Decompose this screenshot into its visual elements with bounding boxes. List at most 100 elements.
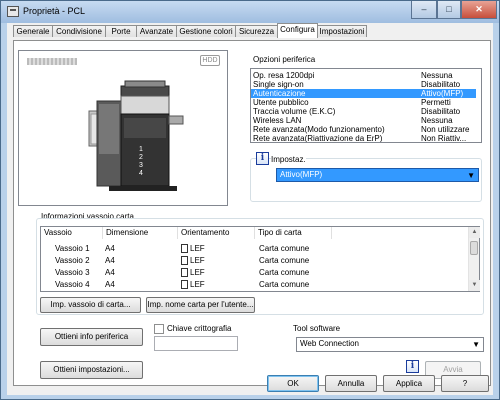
cell-type: Carta comune bbox=[259, 256, 310, 265]
encryption-key-input[interactable] bbox=[154, 336, 238, 351]
configura-panel: HDD 1 2 3 4 Opzioni periferica Op. resa … bbox=[13, 40, 491, 386]
minimize-button[interactable]: – bbox=[411, 1, 437, 19]
option-value: Nessuna bbox=[421, 71, 453, 80]
cell-type: Carta comune bbox=[259, 244, 310, 253]
software-tool-dropdown[interactable]: Web Connection ▼ bbox=[296, 337, 484, 352]
col-header-size[interactable]: Dimensione bbox=[103, 227, 178, 239]
encryption-key-label: Chiave crittografia bbox=[167, 324, 232, 333]
option-name: Wireless LAN bbox=[253, 116, 302, 125]
tray-settings-button[interactable]: Imp. vassoio di carta... bbox=[40, 297, 141, 313]
tab-condivisione[interactable]: Condivisione bbox=[52, 25, 106, 37]
hdd-badge: HDD bbox=[200, 55, 220, 66]
cell-orientation-text: LEF bbox=[190, 268, 205, 277]
option-row[interactable]: Rete avanzata(Riattivazione da ErP) Non R… bbox=[251, 134, 476, 143]
scroll-up-icon[interactable]: ▲ bbox=[469, 227, 480, 238]
page-orientation-icon bbox=[181, 268, 188, 277]
option-value: Permetti bbox=[421, 98, 451, 107]
option-name: Single sign-on bbox=[253, 80, 304, 89]
software-tool-value: Web Connection bbox=[300, 339, 359, 348]
tray-number-1: 1 bbox=[139, 146, 143, 153]
option-name: Autenticazione bbox=[253, 89, 306, 98]
printer-illustration: 1 2 3 4 bbox=[88, 80, 184, 191]
scroll-down-icon[interactable]: ▼ bbox=[469, 280, 480, 291]
tab-configura[interactable]: Configura bbox=[277, 23, 318, 38]
tray-table-header: Vassoio Dimensione Orientamento Tipo di … bbox=[41, 227, 461, 239]
software-tool-label: Tool software bbox=[293, 324, 341, 333]
setting-dropdown-value: Attivo(MFP) bbox=[280, 170, 323, 179]
title-bar[interactable]: Proprietà - PCL – □ ✕ bbox=[1, 1, 499, 23]
setting-label: Impostaz. bbox=[271, 155, 306, 164]
option-name: Utente pubblico bbox=[253, 98, 309, 107]
cell-orientation-text: LEF bbox=[190, 244, 205, 253]
printer-icon bbox=[7, 6, 19, 17]
cell-orientation: LEF bbox=[181, 255, 205, 267]
page-orientation-icon bbox=[181, 256, 188, 265]
cell-orientation-text: LEF bbox=[190, 256, 205, 265]
tab-porte[interactable]: Porte bbox=[105, 25, 137, 37]
cell-size: A4 bbox=[105, 268, 115, 277]
option-row[interactable]: Traccia volume (E.K.C) Disabilitato bbox=[251, 107, 476, 116]
help-button[interactable]: ? bbox=[441, 375, 489, 392]
device-options-list[interactable]: Op. resa 1200dpi Nessuna Single sign-on Di… bbox=[250, 68, 482, 143]
tab-avanzate[interactable]: Avanzate bbox=[136, 25, 177, 37]
maximize-button[interactable]: □ bbox=[437, 1, 461, 19]
tab-generale[interactable]: Generale bbox=[13, 25, 53, 37]
col-header-type[interactable]: Tipo di carta bbox=[255, 227, 332, 239]
chevron-down-icon: ▼ bbox=[472, 340, 480, 349]
printer-preview: HDD 1 2 3 4 bbox=[18, 50, 228, 206]
cell-tray: Vassoio 1 bbox=[55, 244, 90, 253]
option-row[interactable]: Op. resa 1200dpi Nessuna bbox=[251, 71, 476, 80]
option-row[interactable]: Wireless LAN Nessuna bbox=[251, 116, 476, 125]
option-value: Non Riattiv... bbox=[421, 134, 467, 143]
cell-size: A4 bbox=[105, 280, 115, 289]
page-orientation-icon bbox=[181, 280, 188, 289]
dialog-body: Generale Condivisione Porte Avanzate Ges… bbox=[7, 23, 493, 395]
cell-orientation: LEF bbox=[181, 243, 205, 255]
tab-sicurezza[interactable]: Sicurezza bbox=[235, 25, 278, 37]
paper-name-button[interactable]: Imp. nome carta per l'utente... bbox=[146, 297, 255, 313]
chevron-down-icon: ▼ bbox=[467, 171, 475, 180]
encryption-key-checkbox[interactable] bbox=[154, 324, 164, 334]
option-value: Nessuna bbox=[421, 116, 453, 125]
ok-button[interactable]: OK bbox=[267, 375, 319, 392]
option-row-selected[interactable]: Autenticazione Attivo(MFP) bbox=[251, 89, 476, 98]
page-orientation-icon bbox=[181, 244, 188, 253]
cell-type: Carta comune bbox=[259, 280, 310, 289]
info-icon[interactable]: i bbox=[406, 360, 419, 373]
tray-number-4: 4 bbox=[139, 170, 143, 177]
cell-tray: Vassoio 2 bbox=[55, 256, 90, 265]
get-device-info-button[interactable]: Ottieni info periferica bbox=[40, 328, 143, 346]
option-name: Rete avanzata(Riattivazione da ErP) bbox=[253, 134, 383, 143]
cell-tray: Vassoio 4 bbox=[55, 280, 90, 289]
option-row[interactable]: Rete avanzata(Modo funzionamento) Non uti… bbox=[251, 125, 476, 134]
tab-gestione-colori[interactable]: Gestione colori bbox=[176, 25, 236, 37]
cell-size: A4 bbox=[105, 244, 115, 253]
tray-table[interactable]: Vassoio Dimensione Orientamento Tipo di … bbox=[40, 226, 480, 292]
info-icon[interactable]: i bbox=[256, 152, 269, 165]
apply-button[interactable]: Applica bbox=[383, 375, 435, 392]
cell-orientation-text: LEF bbox=[190, 280, 205, 289]
cell-orientation: LEF bbox=[181, 267, 205, 279]
cell-orientation: LEF bbox=[181, 279, 205, 291]
option-name: Traccia volume (E.K.C) bbox=[253, 107, 336, 116]
cancel-button[interactable]: Annulla bbox=[325, 375, 377, 392]
option-row[interactable]: Single sign-on Disabilitato bbox=[251, 80, 476, 89]
tray-table-scrollbar[interactable]: ▲ ▼ bbox=[468, 227, 480, 291]
cell-type: Carta comune bbox=[259, 268, 310, 277]
option-name: Rete avanzata(Modo funzionamento) bbox=[253, 125, 385, 134]
options-group-label: Opzioni periferica bbox=[253, 55, 316, 64]
option-value: Attivo(MFP) bbox=[421, 89, 464, 98]
setting-dropdown[interactable]: Attivo(MFP) ▼ bbox=[276, 168, 479, 182]
tray-number-2: 2 bbox=[139, 154, 143, 161]
cell-tray: Vassoio 3 bbox=[55, 268, 90, 277]
option-name: Op. resa 1200dpi bbox=[253, 71, 315, 80]
close-button[interactable]: ✕ bbox=[461, 1, 497, 19]
col-header-tray[interactable]: Vassoio bbox=[41, 227, 103, 239]
tab-impostazioni[interactable]: Impostazioni bbox=[317, 25, 367, 37]
tray-number-3: 3 bbox=[139, 162, 143, 169]
get-settings-button[interactable]: Ottieni impostazioni... bbox=[40, 361, 143, 379]
window-title: Proprietà - PCL bbox=[23, 6, 86, 16]
option-row[interactable]: Utente pubblico Permetti bbox=[251, 98, 476, 107]
scroll-thumb[interactable] bbox=[470, 241, 478, 255]
col-header-orientation[interactable]: Orientamento bbox=[178, 227, 255, 239]
